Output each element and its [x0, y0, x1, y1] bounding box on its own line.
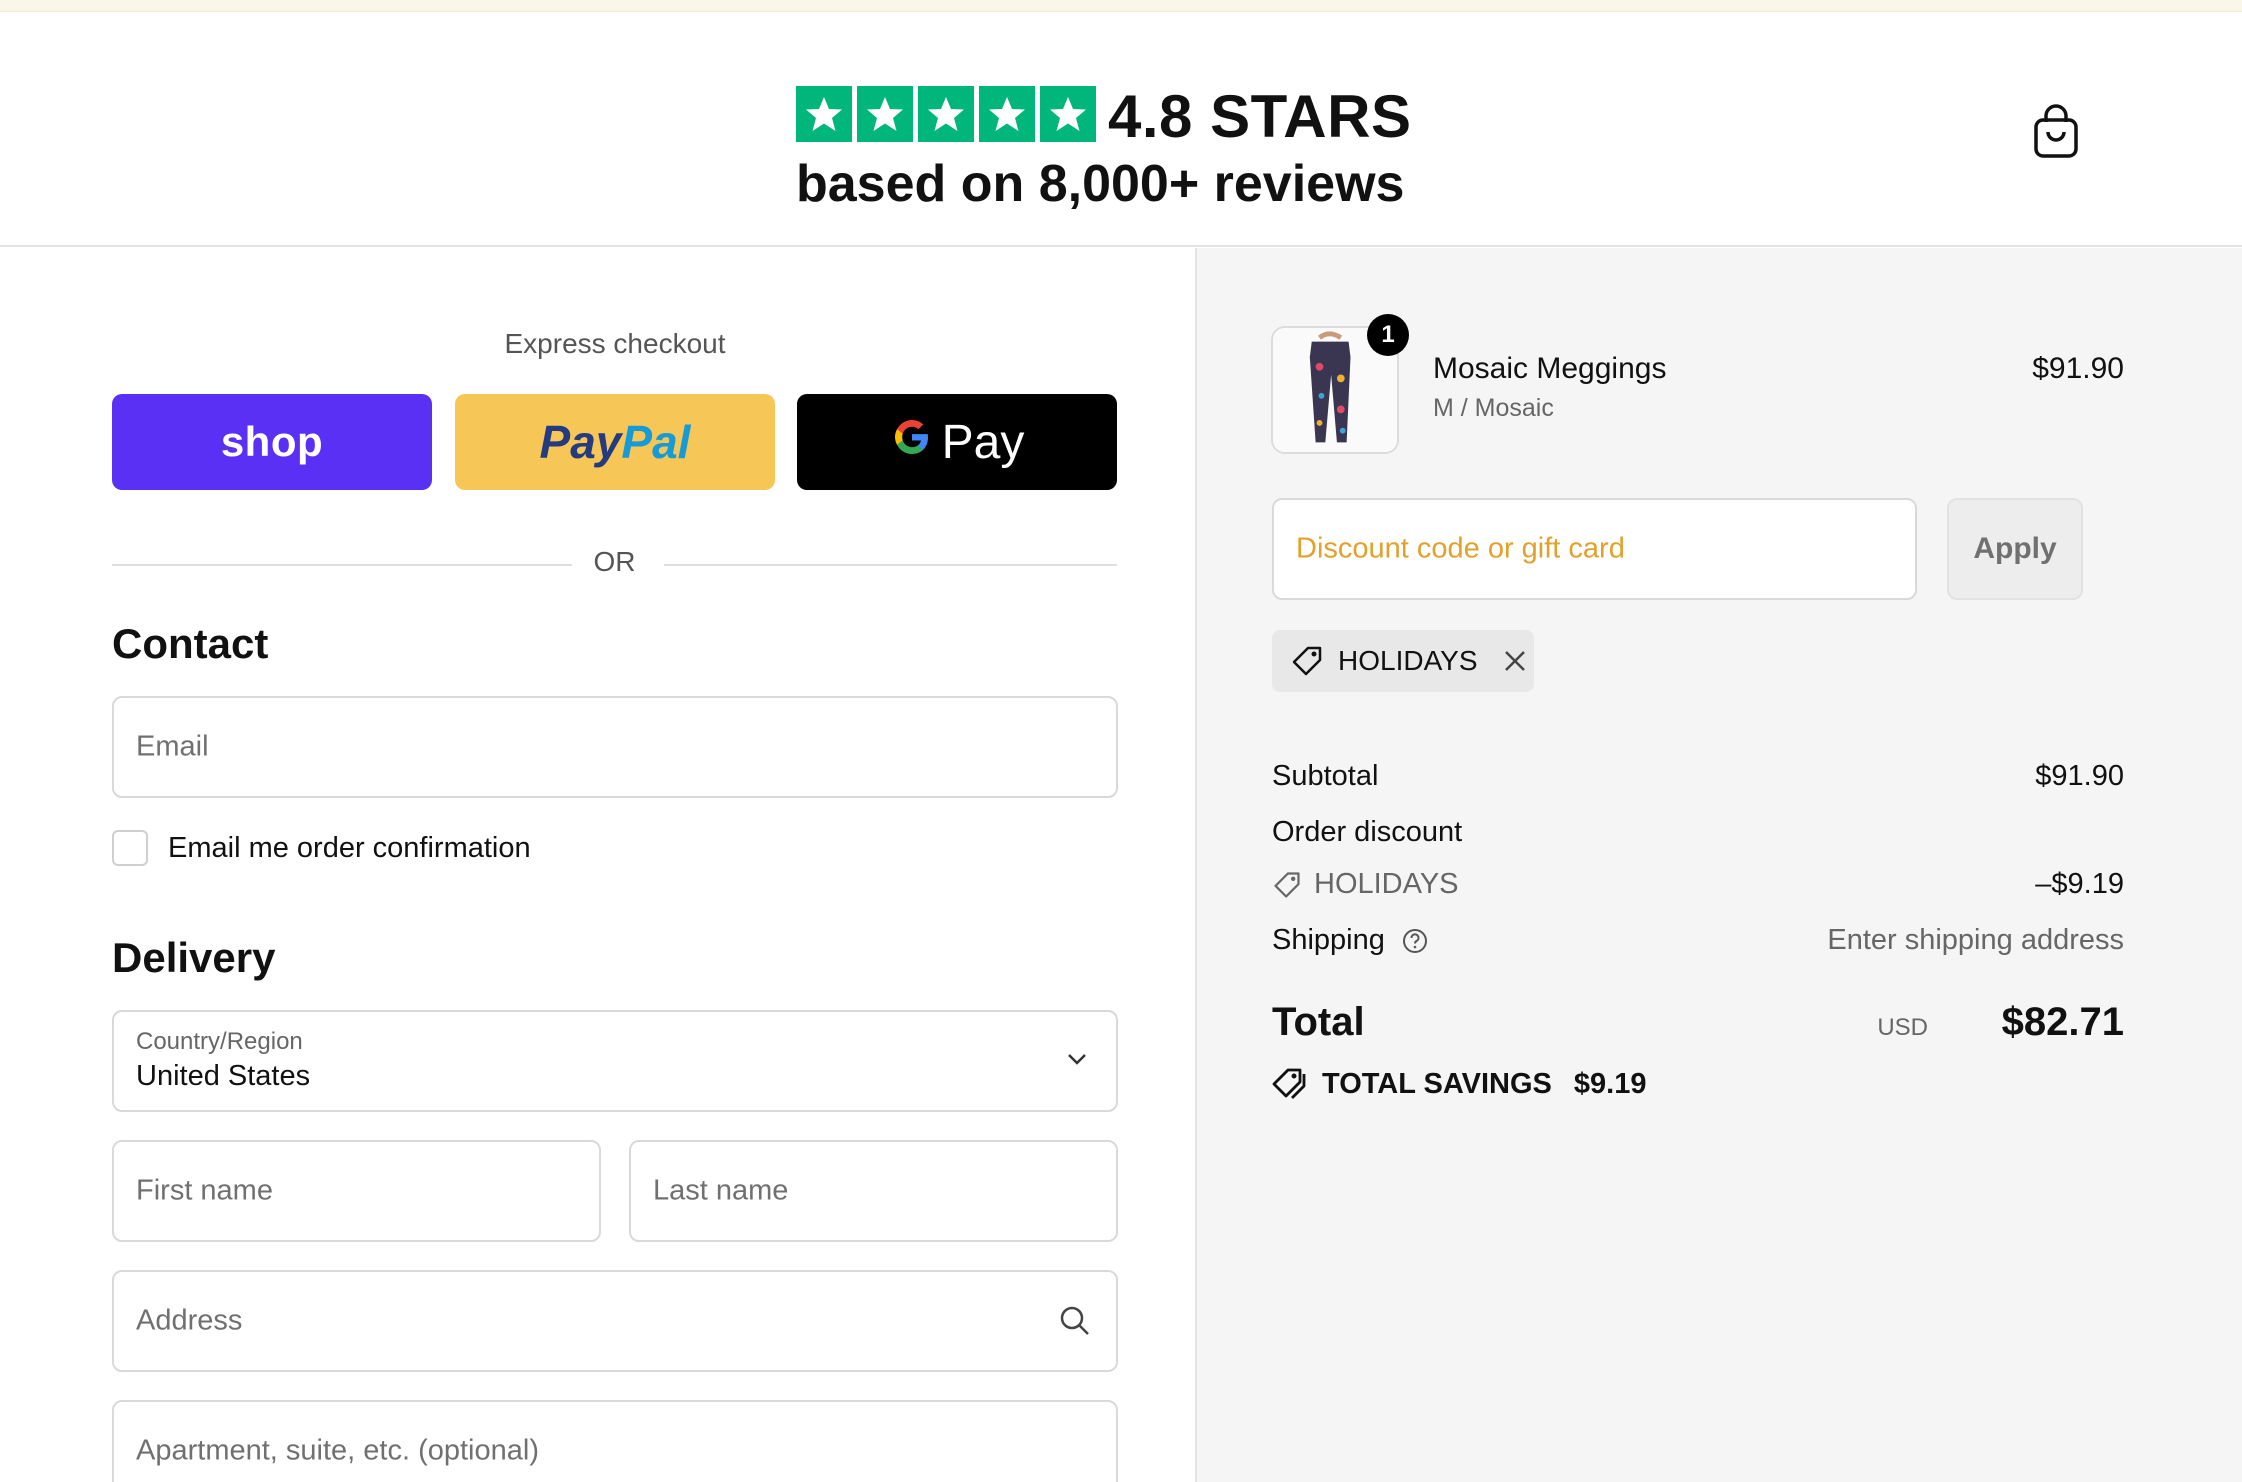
first-name-field[interactable]: First name [112, 1140, 601, 1242]
apartment-field[interactable]: Apartment, suite, etc. (optional) [112, 1400, 1118, 1482]
tag-icon [1274, 871, 1300, 898]
rating-text: 4.8 STARS [1108, 83, 1412, 150]
star-icon [979, 86, 1035, 142]
shopping-bag-icon[interactable] [2030, 102, 2082, 160]
order-discount-code: HOLIDAYS [1314, 868, 1459, 900]
total-value: $82.71 [2001, 1000, 2124, 1044]
subtotal-value: $91.90 [2035, 760, 2124, 792]
applied-discount-chip: HOLIDAYS [1272, 630, 1534, 692]
email-optin-row: Email me order confirmation [112, 828, 531, 868]
total-savings-row: TOTAL SAVINGS $9.19 [1272, 1066, 1646, 1102]
address-field[interactable]: Address [112, 1270, 1118, 1372]
paypal-label-pal: Pal [621, 416, 691, 468]
star-icon [918, 86, 974, 142]
chevron-down-icon [1068, 1054, 1086, 1065]
top-banner-strip [0, 0, 2242, 12]
product-variant: M / Mosaic [1433, 394, 1554, 422]
total-savings-label: TOTAL SAVINGS [1322, 1067, 1552, 1100]
shop-pay-button[interactable]: shop [112, 394, 432, 490]
apply-discount-button[interactable]: Apply [1947, 498, 2083, 600]
or-separator: OR [112, 544, 1117, 584]
product-price: $91.90 [2032, 352, 2124, 385]
country-select[interactable]: Country/Region United States [112, 1010, 1118, 1112]
order-discount-label: Order discount [1272, 816, 1463, 848]
email-field[interactable]: Email [112, 696, 1118, 798]
paypal-label-pay: Pay [539, 416, 622, 468]
email-optin-checkbox[interactable] [112, 830, 148, 866]
checkout-form: Express checkout shop Pay Pal Pay OR Cont… [0, 248, 1195, 1482]
search-icon [1060, 1306, 1089, 1335]
google-pay-label: Pay [941, 415, 1025, 469]
star-rating [796, 86, 1096, 142]
email-placeholder: Email [136, 730, 209, 763]
or-line-right [664, 564, 1117, 566]
subtotal-label: Subtotal [1272, 760, 1379, 792]
discount-placeholder: Discount code or gift card [1296, 532, 1625, 565]
google-pay-button[interactable]: Pay [797, 394, 1117, 490]
tag-icon [1292, 646, 1322, 676]
trustpilot-rating: 4.8 STARS based on 8,000+ reviews [796, 74, 1411, 224]
google-g-icon [890, 413, 934, 471]
country-label: Country/Region [136, 1028, 303, 1055]
shop-pay-label: shop [220, 418, 324, 465]
quantity-badge: 1 [1367, 314, 1409, 356]
first-name-placeholder: First name [136, 1174, 273, 1207]
total-savings-value: $9.19 [1573, 1067, 1647, 1100]
product-name: Mosaic Meggings [1433, 352, 1667, 385]
shipping-value: Enter shipping address [1827, 924, 2124, 956]
address-placeholder: Address [136, 1304, 243, 1337]
apartment-placeholder: Apartment, suite, etc. (optional) [136, 1434, 539, 1467]
discount-code-input[interactable]: Discount code or gift card [1272, 498, 1917, 600]
applied-discount-code: HOLIDAYS [1338, 645, 1478, 676]
or-label: OR [593, 546, 636, 577]
last-name-placeholder: Last name [653, 1174, 789, 1207]
express-checkout-title: Express checkout [504, 328, 726, 359]
contact-heading: Contact [112, 620, 269, 667]
order-discount-value: –$9.19 [2035, 868, 2124, 900]
country-value: United States [136, 1060, 311, 1092]
shipping-row: Shipping [1272, 924, 1429, 957]
order-summary: 1 Mosaic Meggings M / Mosaic $91.90 Disc… [1197, 248, 2242, 1482]
remove-discount-close-icon[interactable] [1502, 648, 1528, 674]
shipping-label: Shipping [1272, 924, 1385, 956]
total-currency: USD [1877, 1014, 1928, 1041]
paypal-button[interactable]: Pay Pal [455, 394, 775, 490]
star-icon [796, 86, 852, 142]
reviews-count-text: based on 8,000+ reviews [796, 155, 1405, 213]
star-icon [1040, 86, 1096, 142]
header: 4.8 STARS based on 8,000+ reviews [0, 12, 2242, 247]
help-circle-icon[interactable] [1401, 927, 1429, 955]
star-icon [857, 86, 913, 142]
delivery-heading: Delivery [112, 934, 276, 981]
total-label: Total [1272, 1000, 1365, 1044]
last-name-field[interactable]: Last name [629, 1140, 1118, 1242]
email-optin-label: Email me order confirmation [168, 831, 531, 864]
double-tag-icon [1272, 1068, 1306, 1099]
order-discount-code-row: HOLIDAYS [1272, 868, 1459, 901]
